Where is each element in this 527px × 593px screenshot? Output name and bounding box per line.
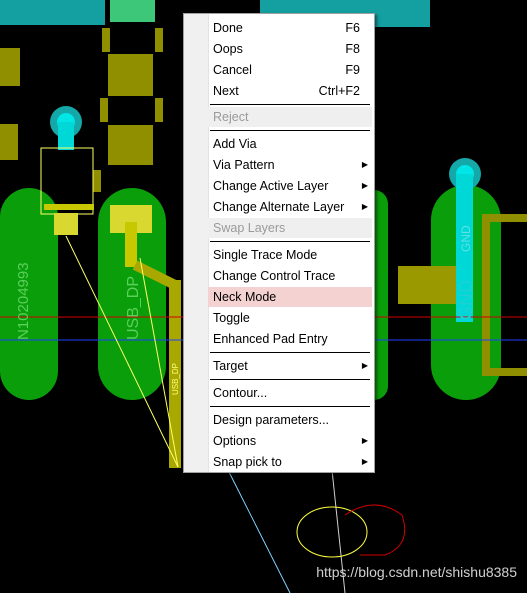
cyan-trace (58, 122, 74, 150)
menu-item-cancel[interactable]: Cancel F9 (208, 60, 372, 80)
olive-pad (0, 124, 18, 160)
menu-item-neck-mode[interactable]: Neck Mode (208, 287, 372, 307)
olive-pad (155, 28, 163, 52)
menu-item-label: Neck Mode (213, 290, 277, 304)
menu-item-contour[interactable]: Contour... (208, 383, 372, 403)
menu-item-shortcut: Ctrl+F2 (318, 84, 360, 98)
menu-item-label: Snap pick to (213, 455, 282, 469)
menu-item-change-control-trace[interactable]: Change Control Trace (208, 266, 372, 286)
net-label-left: N10204993 (15, 262, 32, 340)
menu-separator (210, 130, 370, 131)
menu-item-label: Enhanced Pad Entry (213, 332, 328, 346)
menu-separator (210, 406, 370, 407)
menu-item-swap-layers: Swap Layers (208, 218, 372, 238)
gnd-label-b: GND (456, 280, 476, 320)
menu-item-via-pattern[interactable]: Via Pattern ▶ (208, 155, 372, 175)
olive-trace (125, 222, 137, 267)
menu-item-label: Done (213, 21, 243, 35)
submenu-arrow-icon: ▶ (361, 457, 368, 466)
submenu-arrow-icon: ▶ (361, 361, 368, 370)
menu-separator (210, 352, 370, 353)
watermark-text: https://blog.csdn.net/shishu8385 (316, 564, 517, 580)
menu-item-label: Design parameters... (213, 413, 330, 427)
menu-item-enhanced-pad-entry[interactable]: Enhanced Pad Entry (208, 329, 372, 349)
yellow-outline (296, 506, 368, 558)
menu-item-options[interactable]: Options ▶ (208, 431, 372, 451)
menu-item-label: Change Alternate Layer (213, 200, 345, 214)
submenu-arrow-icon: ▶ (361, 181, 368, 190)
menu-item-label: Next (213, 84, 239, 98)
olive-pad (93, 170, 101, 192)
submenu-arrow-icon: ▶ (361, 202, 368, 211)
menu-item-change-active-layer[interactable]: Change Active Layer ▶ (208, 176, 372, 196)
menu-item-label: Reject (213, 110, 249, 124)
hatched-pad (54, 213, 78, 235)
top-pad-small (110, 0, 155, 22)
top-pad-left (0, 0, 105, 25)
menu-item-design-parameters[interactable]: Design parameters... (208, 410, 372, 430)
olive-pad (155, 98, 163, 122)
context-menu: Done F6 Oops F8 Cancel F9 Next Ctrl+F2 Rejec… (183, 13, 375, 473)
menu-item-label: Swap Layers (213, 221, 286, 235)
olive-pad (108, 54, 153, 96)
menu-item-label: Via Pattern (213, 158, 275, 172)
menu-item-oops[interactable]: Oops F8 (208, 39, 372, 59)
menu-item-reject: Reject (208, 107, 372, 127)
menu-item-snap-pick-to[interactable]: Snap pick to ▶ (208, 452, 372, 472)
menu-item-next[interactable]: Next Ctrl+F2 (208, 81, 372, 101)
menu-item-label: Single Trace Mode (213, 248, 318, 262)
menu-item-label: Toggle (213, 311, 250, 325)
olive-pad (102, 28, 110, 52)
menu-item-label: Change Control Trace (213, 269, 336, 283)
menu-item-label: Contour... (213, 386, 268, 400)
menu-item-label: Oops (213, 42, 243, 56)
menu-separator (210, 241, 370, 242)
menu-item-toggle[interactable]: Toggle (208, 308, 372, 328)
menu-item-change-alternate-layer[interactable]: Change Alternate Layer ▶ (208, 197, 372, 217)
menu-item-label: Add Via (213, 137, 257, 151)
olive-pad (100, 98, 108, 122)
cyan-line (227, 469, 291, 593)
menu-gutter (184, 14, 209, 472)
menu-item-shortcut: F8 (345, 42, 360, 56)
menu-item-single-trace-mode[interactable]: Single Trace Mode (208, 245, 372, 265)
menu-item-done[interactable]: Done F6 (208, 18, 372, 38)
olive-pad (108, 125, 153, 165)
menu-separator (210, 104, 370, 105)
menu-item-shortcut: F9 (345, 63, 360, 77)
submenu-arrow-icon: ▶ (361, 436, 368, 445)
menu-separator (210, 379, 370, 380)
menu-item-label: Options (213, 434, 257, 448)
olive-pad (0, 48, 20, 86)
submenu-arrow-icon: ▶ (361, 160, 368, 169)
menu-item-label: Cancel (213, 63, 252, 77)
trace-label: USB_DP (171, 363, 180, 395)
net-label-mid: USB_DP (125, 276, 142, 340)
menu-item-label: Target (213, 359, 248, 373)
olive-pad-right (398, 266, 456, 304)
gnd-label-a: GND (459, 225, 473, 252)
menu-item-shortcut: F6 (345, 21, 360, 35)
menu-item-label: Change Active Layer (213, 179, 329, 193)
menu-item-add-via[interactable]: Add Via (208, 134, 372, 154)
menu-item-target[interactable]: Target ▶ (208, 356, 372, 376)
